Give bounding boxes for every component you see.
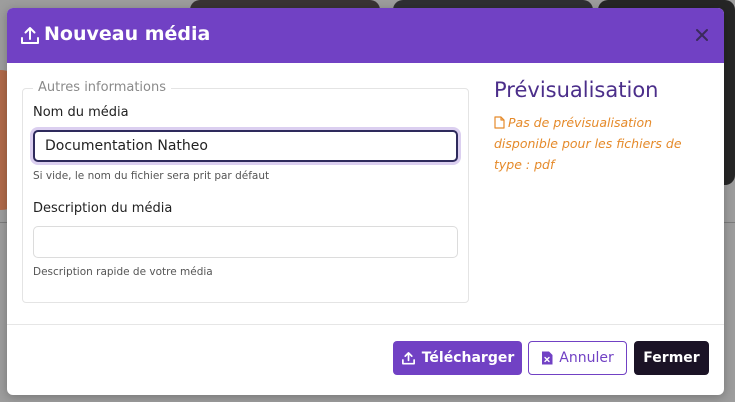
cancel-button-label: Annuler — [559, 350, 614, 366]
footer-divider — [7, 324, 724, 325]
cancel-button[interactable]: Annuler — [528, 341, 627, 375]
media-description-label: Description du média — [33, 201, 173, 216]
preview-message-text: Pas de prévisualisation disponible pour … — [494, 115, 682, 172]
close-modal-button[interactable]: Fermer — [634, 341, 709, 375]
preview-title: Prévisualisation — [494, 78, 659, 102]
media-name-input[interactable] — [33, 130, 458, 162]
media-name-label: Nom du média — [33, 105, 129, 120]
modal-header: Nouveau média — [7, 8, 724, 63]
modal-title: Nouveau média — [44, 23, 211, 45]
upload-button[interactable]: Télécharger — [393, 341, 522, 375]
upload-icon — [19, 25, 41, 47]
new-media-modal: Nouveau média Autres informations Nom du… — [7, 8, 724, 395]
preview-message: Pas de prévisualisation disponible pour … — [494, 112, 709, 175]
other-info-fieldset: Autres informations Nom du média Si vide… — [22, 80, 469, 303]
media-description-input[interactable] — [33, 226, 458, 258]
file-icon — [494, 116, 505, 129]
file-cancel-icon — [542, 351, 553, 365]
close-modal-button-label: Fermer — [643, 350, 700, 366]
close-icon — [696, 29, 708, 41]
upload-button-label: Télécharger — [421, 350, 515, 366]
fieldset-legend: Autres informations — [33, 80, 171, 95]
media-description-help: Description rapide de votre média — [33, 266, 213, 278]
media-name-help: Si vide, le nom du fichier sera prit par… — [33, 170, 270, 182]
upload-icon — [401, 351, 415, 364]
close-button[interactable] — [692, 25, 712, 45]
